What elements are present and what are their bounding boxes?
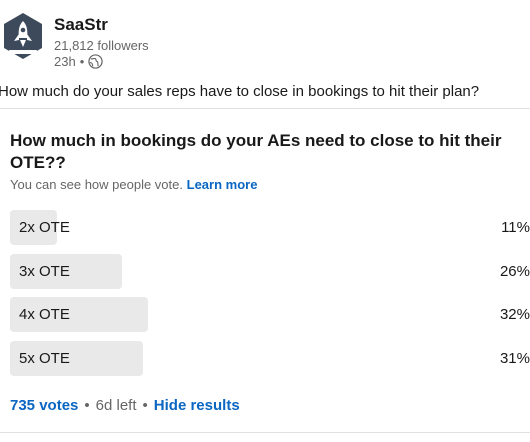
poll-option-label: 3x OTE [19,263,70,280]
poll-divider [0,108,530,109]
footer-separator: • [84,397,90,414]
poll-option-label: 2x OTE [19,219,70,236]
poll-question: How much in bookings do your AEs need to… [10,131,502,172]
time-left: 6d left [95,397,137,414]
hide-results-link[interactable]: Hide results [154,397,240,414]
visibility-text: You can see how people vote. [10,177,183,192]
learn-more-link[interactable]: Learn more [187,177,258,192]
vote-count-link[interactable]: 735 votes [10,397,78,414]
follower-count: 21,812 followers [54,38,149,53]
saastr-rocket-logo-icon [4,13,42,59]
poll-option-2x[interactable]: 2x OTE 11% [10,210,530,245]
poll-option-percent: 26% [499,263,530,280]
poll-option-3x[interactable]: 3x OTE 26% [10,254,530,289]
poll-footer: 735 votes • 6d left • Hide results [10,397,240,414]
poll-option-percent: 32% [499,306,530,323]
poll-option-label: 4x OTE [19,306,70,323]
poll-option-4x[interactable]: 4x OTE 32% [10,297,530,332]
post-meta: 23h • [54,54,103,69]
company-avatar[interactable] [3,12,43,60]
poll-option-percent: 11% [501,219,530,236]
company-name[interactable]: SaaStr [54,15,108,35]
meta-separator: • [79,54,85,69]
poll-option-label: 5x OTE [19,350,70,367]
post-header: SaaStr 21,812 followers 23h • [0,0,530,75]
poll-option-percent: 31% [499,350,530,367]
poll-visibility-note: You can see how people vote. Learn more [10,177,257,192]
post-text: How much do your sales reps have to clos… [0,83,480,100]
post-time: 23h [54,54,76,69]
poll-option-5x[interactable]: 5x OTE 31% [10,341,530,376]
globe-icon [88,54,103,69]
post-divider [0,432,530,433]
footer-separator: • [142,397,148,414]
